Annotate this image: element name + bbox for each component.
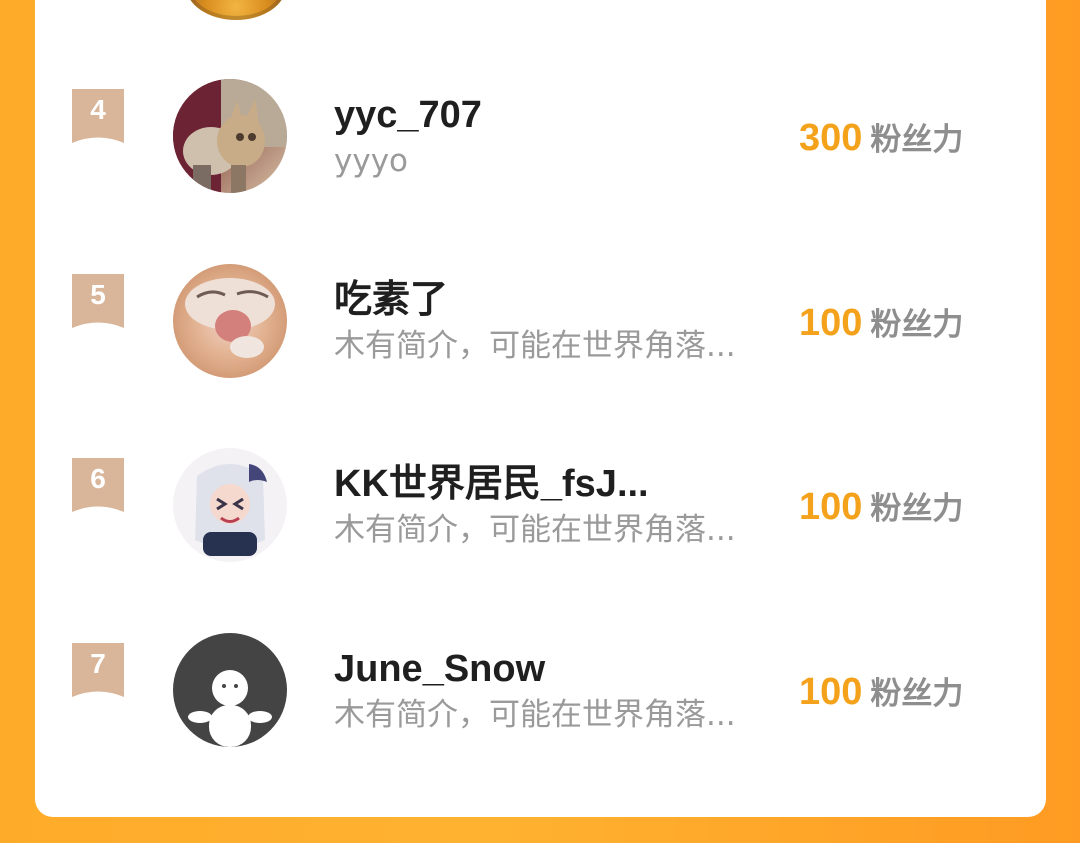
fan-power-score: 100 粉丝力 xyxy=(799,301,963,347)
score-value: 100 xyxy=(799,302,863,344)
score-unit: 粉丝力 xyxy=(870,122,964,158)
score-unit: 粉丝力 xyxy=(870,307,964,343)
user-bio: 木有简介，可能在世界角落... xyxy=(334,697,736,733)
anime-girl-avatar-icon xyxy=(173,448,287,562)
user-bio: 木有简介，可能在世界角落... xyxy=(334,328,736,364)
user-name[interactable]: KK世界居民_fsJ... xyxy=(334,462,649,506)
fan-power-score: 300 粉丝力 xyxy=(799,116,963,162)
cat-closeup-avatar-icon xyxy=(173,264,287,378)
ranking-row-7[interactable]: 7 June_Snow 木有简介，可能在世界角落... 100 粉丝力 xyxy=(0,633,1080,748)
user-name[interactable]: June_Snow xyxy=(334,647,545,691)
score-unit: 粉丝力 xyxy=(870,491,964,527)
score-unit: 粉丝力 xyxy=(870,676,964,712)
cat-photo-avatar[interactable] xyxy=(173,79,287,193)
rank-number: 4 xyxy=(90,94,106,125)
score-value: 100 xyxy=(799,671,863,713)
default-user-avatar[interactable] xyxy=(173,633,287,747)
score-value: 300 xyxy=(799,117,863,159)
rank-badge: 7 xyxy=(72,643,124,697)
cat-photo-avatar-icon xyxy=(173,79,287,193)
ranking-row-5[interactable]: 5 吃素了 木有简介，可能在世界角落... 100 粉丝力 xyxy=(0,264,1080,379)
ranking-row-6[interactable]: 6 KK世界居民_fsJ... 木有简介，可能在世界角落... 100 粉丝力 xyxy=(0,448,1080,563)
rank-badge: 5 xyxy=(72,274,124,328)
default-user-avatar-icon xyxy=(173,633,287,747)
user-bio: 木有简介，可能在世界角落... xyxy=(334,512,736,548)
rank-number: 6 xyxy=(90,463,106,494)
cat-closeup-avatar[interactable] xyxy=(173,264,287,378)
user-bio: yyyo xyxy=(334,143,409,179)
ranking-row-4[interactable]: 4 yyc_707 yyyo 300 粉丝力 xyxy=(0,79,1080,194)
score-value: 100 xyxy=(799,486,863,528)
rank-badge: 6 xyxy=(72,458,124,512)
user-name[interactable]: 吃素了 xyxy=(334,278,448,322)
fan-power-score: 100 粉丝力 xyxy=(799,485,963,531)
rank-number: 5 xyxy=(90,279,106,310)
fan-power-score: 100 粉丝力 xyxy=(799,670,963,716)
user-name[interactable]: yyc_707 xyxy=(334,93,482,137)
anime-girl-avatar[interactable] xyxy=(173,448,287,562)
rank-badge: 4 xyxy=(72,89,124,143)
rank-number: 7 xyxy=(90,648,106,679)
